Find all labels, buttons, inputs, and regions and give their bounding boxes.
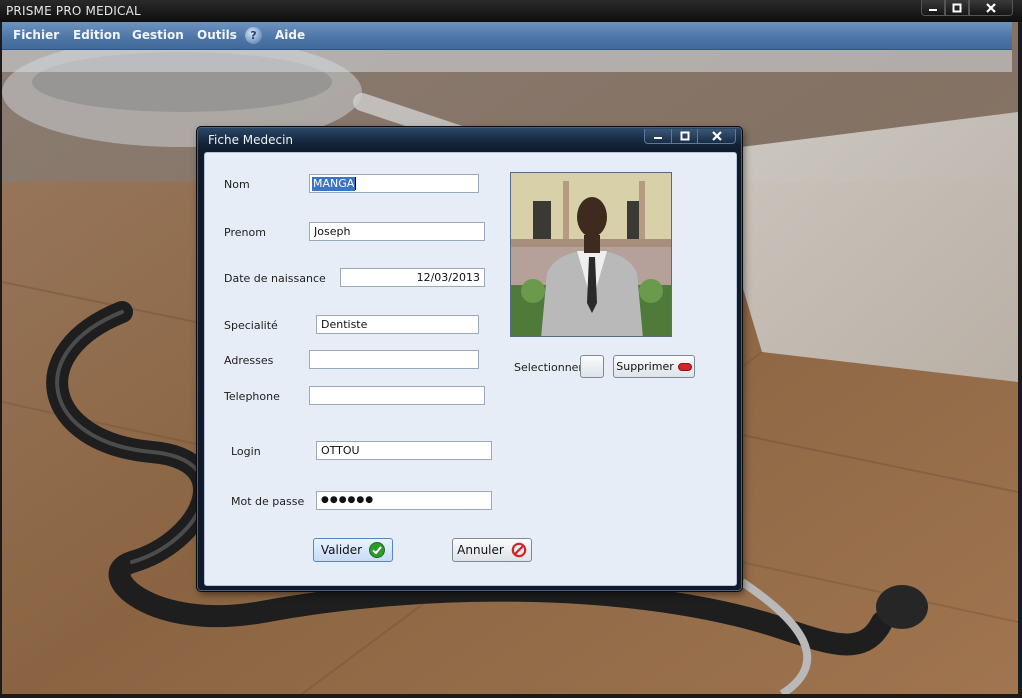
dialog-body: Nom MANGA Prenom Date de naissance Speci… <box>204 152 737 586</box>
checkmark-icon <box>369 542 386 558</box>
date-naissance-field[interactable] <box>340 268 485 287</box>
menu-bar: Fichier Edition Gestion Outils ? Aide <box>2 22 1012 50</box>
dialog-title: Fiche Medecin <box>208 133 294 147</box>
toolbar-strip <box>2 50 1012 72</box>
supprimer-photo-button[interactable]: Supprimer <box>613 355 695 378</box>
text-caret <box>355 177 357 190</box>
adresses-field[interactable] <box>309 350 479 369</box>
specialite-label: Specialité <box>224 319 278 332</box>
fiche-medecin-dialog: Fiche Medecin Nom MANGA Prenom Date de n… <box>197 127 742 591</box>
close-icon <box>986 2 996 13</box>
minimize-icon <box>929 8 937 11</box>
maximize-icon <box>680 131 689 141</box>
mot-de-passe-value: ●●●●●● <box>321 495 375 505</box>
menu-outils[interactable]: Outils <box>197 28 237 42</box>
telephone-field[interactable] <box>309 386 485 405</box>
dialog-minimize-button[interactable] <box>645 129 671 143</box>
window-maximize-button[interactable] <box>945 0 969 16</box>
menu-aide[interactable]: Aide <box>275 28 305 42</box>
help-icon[interactable]: ? <box>245 27 262 44</box>
annuler-label: Annuler <box>457 543 504 557</box>
login-field[interactable] <box>316 441 492 460</box>
portrait-image <box>511 173 671 336</box>
close-icon <box>711 131 722 141</box>
annuler-button[interactable]: Annuler <box>452 538 532 562</box>
adresses-label: Adresses <box>224 354 274 367</box>
selectionner-label: Selectionner <box>514 361 583 374</box>
nom-label: Nom <box>224 178 250 191</box>
prenom-field[interactable] <box>309 222 485 241</box>
menu-gestion[interactable]: Gestion <box>132 28 184 42</box>
valider-button[interactable]: Valider <box>313 538 393 562</box>
dialog-titlebar[interactable]: Fiche Medecin <box>198 128 741 152</box>
app-title: PRISME PRO MEDICAL <box>6 4 141 18</box>
window-minimize-button[interactable] <box>921 0 945 16</box>
dialog-close-button[interactable] <box>697 129 735 143</box>
supprimer-label: Supprimer <box>616 360 674 373</box>
dialog-window-controls <box>644 129 736 144</box>
app-titlebar: PRISME PRO MEDICAL <box>0 0 1022 22</box>
remove-icon <box>677 362 692 371</box>
doctor-photo <box>510 172 672 337</box>
login-label: Login <box>231 445 261 458</box>
dialog-maximize-button[interactable] <box>671 129 697 143</box>
mot-de-passe-field[interactable]: ●●●●●● <box>316 491 492 510</box>
telephone-label: Telephone <box>224 390 280 403</box>
valider-label: Valider <box>320 543 363 557</box>
menu-edition[interactable]: Edition <box>73 28 121 42</box>
maximize-icon <box>952 3 962 12</box>
window-close-button[interactable] <box>969 0 1013 16</box>
selectionner-photo-button[interactable] <box>580 355 604 378</box>
prenom-label: Prenom <box>224 226 266 239</box>
menu-fichier[interactable]: Fichier <box>13 28 59 42</box>
nom-field[interactable]: MANGA <box>309 174 479 193</box>
minimize-icon <box>654 137 662 139</box>
date-naissance-label: Date de naissance <box>224 272 326 285</box>
mot-de-passe-label: Mot de passe <box>231 495 305 508</box>
nom-value: MANGA <box>312 177 356 191</box>
specialite-field[interactable] <box>316 315 479 334</box>
cancel-icon <box>511 542 527 558</box>
